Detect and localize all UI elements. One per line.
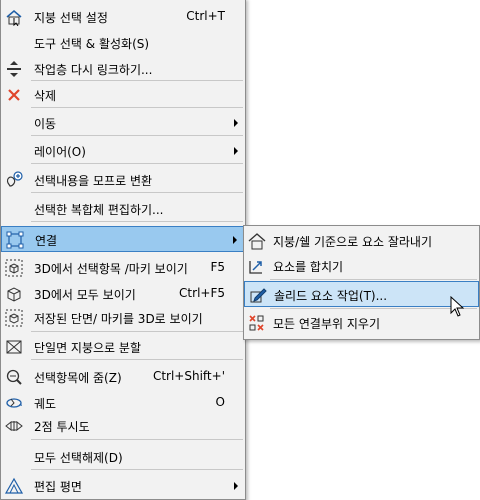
orbit-icon [6, 398, 22, 408]
solid-operations-icon [250, 288, 267, 303]
menu-item-edit-plane[interactable]: 편집 평면 [1, 473, 245, 499]
menu-item-connect[interactable]: 연결 [1, 226, 245, 252]
menu-label: 이동 [34, 117, 57, 131]
delete-x-icon [8, 89, 20, 101]
3d-all-icon [7, 287, 21, 302]
menu-label: 편집 평면 [34, 480, 82, 494]
menu-label: 연결 [35, 234, 58, 248]
menu-label: 선택항목에 줌(Z) [34, 371, 122, 385]
two-point-perspective-icon [5, 420, 23, 432]
submenu-item-trim-to-roof[interactable]: 지붕/쉘 기준으로 요소 잘라내기 [244, 228, 479, 254]
menu-item-delete[interactable]: 삭제 [1, 82, 245, 108]
menu-label: 3D에서 선택항목 /마키 보이기 [34, 262, 188, 276]
edit-plane-icon [5, 477, 23, 494]
menu-item-3d-show-selection[interactable]: 3D에서 선택항목 /마키 보이기 F5 [1, 255, 245, 281]
menu-separator [31, 439, 243, 440]
menu-separator [31, 331, 243, 332]
submenu-item-merge-elements[interactable]: 요소를 합치기 [244, 253, 479, 279]
menu-item-roof-select-settings[interactable]: 지붕 선택 설정 Ctrl+T [1, 4, 245, 30]
menu-label: 선택한 복합체 편집하기... [34, 203, 164, 217]
menu-item-saved-section-3d[interactable]: 저장된 단면/ 마키를 3D로 보이기 [1, 305, 245, 331]
menu-separator [270, 308, 477, 309]
menu-label: 솔리드 요소 작업(T)... [274, 289, 388, 303]
remove-connections-icon [249, 315, 264, 331]
menu-shortcut: F5 [210, 260, 225, 274]
submenu-arrow-icon [234, 147, 238, 155]
menu-item-move[interactable]: 이동 [1, 110, 245, 136]
menu-item-3d-show-all[interactable]: 3D에서 모두 보이기 Ctrl+F5 [1, 281, 245, 307]
menu-label: 지붕/쉘 기준으로 요소 잘라내기 [273, 235, 433, 249]
trim-to-roof-icon [248, 233, 266, 250]
split-roof-icon [6, 340, 22, 354]
menu-item-deselect-all[interactable]: 모두 선택해제(D) [1, 444, 245, 470]
menu-item-edit-complex[interactable]: 선택한 복합체 편집하기... [1, 196, 245, 222]
menu-separator [31, 359, 243, 360]
menu-label: 레이어(O) [34, 145, 86, 159]
menu-item-tool-select-activate[interactable]: 도구 선택 & 활성화(S) [1, 30, 245, 56]
menu-label: 도구 선택 & 활성화(S) [34, 37, 150, 51]
zoom-selection-icon [6, 369, 22, 385]
menu-shortcut: Ctrl+F5 [179, 286, 225, 300]
roof-select-settings-icon [6, 10, 22, 26]
menu-shortcut: Ctrl+Shift+' [152, 369, 225, 383]
3d-selection-icon [5, 259, 23, 277]
menu-separator [270, 279, 477, 280]
menu-item-layer[interactable]: 레이어(O) [1, 138, 245, 164]
menu-label: 단일면 지붕으로 분할 [34, 341, 141, 355]
menu-separator [31, 135, 243, 136]
menu-item-convert-to-morph[interactable]: 선택내용을 모프로 변환 [1, 167, 245, 193]
connect-icon [6, 231, 24, 249]
submenu-arrow-icon [233, 236, 237, 244]
merge-elements-icon [249, 261, 262, 274]
menu-label: 2점 투시도 [34, 420, 90, 434]
submenu-arrow-icon [234, 119, 238, 127]
menu-label: 선택내용을 모프로 변환 [34, 174, 153, 188]
menu-shortcut: O [215, 395, 225, 409]
menu-label: 작업층 다시 링크하기... [34, 63, 153, 77]
menu-shortcut: Ctrl+T [186, 9, 225, 23]
context-menu: 지붕 선택 설정 Ctrl+T 도구 선택 & 활성화(S) 작업층 다시 링크… [0, 0, 246, 500]
mouse-cursor-icon [450, 296, 464, 317]
submenu-item-remove-connections[interactable]: 모든 연결부위 지우기 [244, 310, 479, 336]
menu-separator [31, 469, 243, 470]
menu-label: 궤도 [34, 397, 57, 411]
menu-label: 저장된 단면/ 마키를 3D로 보이기 [34, 312, 203, 326]
relink-story-icon [7, 61, 21, 77]
menu-label: 3D에서 모두 보이기 [34, 288, 136, 302]
menu-item-relink-story[interactable]: 작업층 다시 링크하기... [1, 56, 245, 82]
convert-to-morph-icon [6, 171, 23, 187]
menu-separator [31, 163, 243, 164]
submenu-item-solid-operations[interactable]: 솔리드 요소 작업(T)... [244, 281, 479, 307]
saved-section-3d-icon [5, 309, 23, 327]
menu-separator [31, 107, 243, 108]
menu-label: 요소를 합치기 [273, 260, 344, 274]
menu-item-two-point-perspective[interactable]: 2점 투시도 [1, 413, 245, 439]
menu-item-zoom-selection[interactable]: 선택항목에 줌(Z) Ctrl+Shift+' [1, 364, 245, 390]
menu-item-split-roof[interactable]: 단일면 지붕으로 분할 [1, 334, 245, 360]
menu-label: 지붕 선택 설정 [34, 11, 108, 25]
menu-separator [31, 221, 243, 222]
submenu-arrow-icon [234, 482, 238, 490]
menu-label: 모두 선택해제(D) [34, 451, 123, 465]
menu-separator [31, 192, 243, 193]
menu-label: 모든 연결부위 지우기 [273, 317, 380, 331]
menu-label: 삭제 [34, 89, 57, 103]
menu-separator [31, 80, 243, 81]
connect-submenu: 지붕/쉘 기준으로 요소 잘라내기 요소를 합치기 솔리드 요소 작업(T)..… [243, 225, 480, 340]
